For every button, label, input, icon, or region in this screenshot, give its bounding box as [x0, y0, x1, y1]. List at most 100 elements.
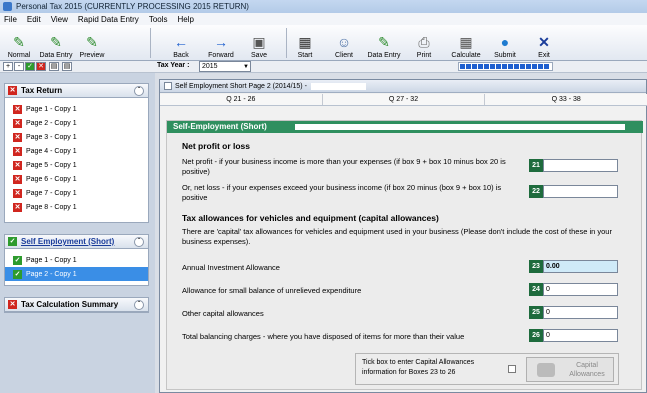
self-employment-header[interactable]: ✓ Self Employment (Short) ˆ: [5, 235, 148, 249]
menu-rapid-data-entry[interactable]: Rapid Data Entry: [78, 15, 139, 24]
calculate-button[interactable]: ▦ Calculate: [448, 27, 484, 59]
menu-edit[interactable]: Edit: [27, 15, 41, 24]
box-25-input[interactable]: 0: [543, 306, 618, 319]
tab-q21-26[interactable]: Q 21 - 26: [160, 94, 323, 105]
forward-button[interactable]: → Forward: [205, 27, 237, 59]
menu-tools[interactable]: Tools: [149, 15, 168, 24]
sidebar-item-page-8[interactable]: ✕ Page 8 - Copy 1: [5, 200, 148, 214]
forward-arrow-icon: →: [214, 34, 228, 50]
complete-check-icon: ✓: [13, 269, 22, 279]
incomplete-x-icon[interactable]: ✕: [36, 62, 46, 71]
capital-allowances-button[interactable]: Capital Allowances: [526, 357, 614, 382]
data-entry-2-button[interactable]: ✎ Data Entry: [366, 27, 402, 59]
dialog-title-bar: Self Employment Short Page 2 (2014/15) -: [160, 80, 646, 93]
secondary-toolbar: + - ✓ ✕ ▤ ▤ Tax Year : 2015 ▼: [0, 61, 647, 73]
complete-check-icon: ✓: [8, 237, 17, 246]
preview-button[interactable]: ✎ Preview: [78, 27, 106, 59]
sidebar-item-page-5[interactable]: ✕ Page 5 - Copy 1: [5, 158, 148, 172]
toolbar-separator: [150, 28, 151, 58]
preview-icon: ✎: [86, 34, 98, 50]
box-22-input[interactable]: [543, 185, 618, 198]
q22-label: Or, net loss - if your expenses exceed y…: [182, 183, 502, 202]
client-button[interactable]: ☺ Client: [330, 27, 358, 59]
exit-x-icon: ✕: [538, 34, 550, 50]
back-button[interactable]: ← Back: [167, 27, 195, 59]
q23-label: Annual Investment Allowance: [182, 263, 280, 272]
question-tabs: Q 21 - 26 Q 27 - 32 Q 33 - 38: [160, 94, 647, 106]
data-entry-2-icon: ✎: [378, 34, 390, 50]
save-icon: ▣: [252, 34, 266, 50]
window-title: Personal Tax 2015 (CURRENTLY PROCESSING …: [16, 2, 249, 11]
calculator-icon: ▦: [459, 34, 473, 50]
box-21-number: 21: [529, 159, 543, 172]
incomplete-x-icon: ✕: [13, 104, 22, 114]
expand-chevron-icon[interactable]: ˇ: [134, 300, 144, 310]
capital-allowances-tick-area: Tick box to enter Capital Allowances inf…: [355, 353, 619, 385]
menu-file[interactable]: File: [4, 15, 17, 24]
tab-q27-32[interactable]: Q 27 - 32: [323, 94, 486, 105]
box-26: 26 0: [529, 329, 618, 342]
list-icon[interactable]: ▤: [62, 62, 72, 71]
box-22: 22: [529, 185, 618, 198]
box-23: 23 0.00: [529, 260, 618, 273]
data-entry-button[interactable]: ✎ Data Entry: [38, 27, 74, 59]
tab-q33-38[interactable]: Q 33 - 38: [485, 94, 647, 105]
menu-view[interactable]: View: [51, 15, 68, 24]
box-25-number: 25: [529, 306, 543, 319]
exit-button[interactable]: ✕ Exit: [532, 27, 556, 59]
submit-button[interactable]: ● Submit: [490, 27, 520, 59]
expand-all-icon[interactable]: +: [3, 62, 13, 71]
net-profit-heading: Net profit or loss: [182, 141, 251, 151]
tax-year-label: Tax Year :: [157, 62, 190, 69]
box-21-input[interactable]: [543, 159, 618, 172]
printer-icon: ⎙: [418, 34, 430, 50]
client-icon: ☺: [336, 34, 352, 50]
sidebar-item-page-2[interactable]: ✕ Page 2 - Copy 1: [5, 116, 148, 130]
normal-button[interactable]: ✎ Normal: [6, 27, 32, 59]
box-24: 24 0: [529, 283, 618, 296]
capital-allowances-heading: Tax allowances for vehicles and equipmen…: [182, 213, 439, 223]
self-employment-dialog: Self Employment Short Page 2 (2014/15) -…: [159, 79, 647, 393]
box-26-input[interactable]: 0: [543, 329, 618, 342]
sidebar-item-page-6[interactable]: ✕ Page 6 - Copy 1: [5, 172, 148, 186]
capital-allowances-checkbox[interactable]: [508, 365, 516, 373]
dialog-title: Self Employment Short Page 2 (2014/15) -: [175, 82, 307, 90]
tax-calculation-header[interactable]: ✕ Tax Calculation Summary ˇ: [5, 298, 148, 312]
dialog-icon: [164, 82, 172, 90]
print-button[interactable]: ⎙ Print: [410, 27, 438, 59]
tax-return-header[interactable]: ✕ Tax Return ˆ: [5, 84, 148, 98]
start-icon: ▦: [298, 34, 312, 50]
tax-year-select[interactable]: 2015 ▼: [199, 61, 251, 72]
q26-label: Total balancing charges - where you have…: [182, 332, 465, 341]
collapse-chevron-icon[interactable]: ˆ: [134, 86, 144, 96]
sidebar-item-se-page-2[interactable]: ✓ Page 2 - Copy 1: [5, 267, 148, 281]
box-26-number: 26: [529, 329, 543, 342]
box-23-input[interactable]: 0.00: [543, 260, 618, 273]
incomplete-x-icon: ✕: [8, 300, 17, 309]
menu-help[interactable]: Help: [178, 15, 194, 24]
collapse-chevron-icon[interactable]: ˆ: [134, 237, 144, 247]
q24-label: Allowance for small balance of unrelieve…: [182, 286, 362, 295]
tax-calculation-panel: ✕ Tax Calculation Summary ˇ: [4, 297, 149, 313]
box-22-number: 22: [529, 185, 543, 198]
toolbar: ✎ Normal ✎ Data Entry ✎ Preview ← Back →…: [0, 25, 647, 61]
notes-icon[interactable]: ▤: [49, 62, 59, 71]
sidebar-item-page-3[interactable]: ✕ Page 3 - Copy 1: [5, 130, 148, 144]
box-24-input[interactable]: 0: [543, 283, 618, 296]
collapse-all-icon[interactable]: -: [14, 62, 24, 71]
incomplete-x-icon: ✕: [13, 132, 22, 142]
toolbar-separator: [286, 28, 287, 58]
menu-bar: File Edit View Rapid Data Entry Tools He…: [0, 13, 647, 25]
sidebar-item-page-7[interactable]: ✕ Page 7 - Copy 1: [5, 186, 148, 200]
start-button[interactable]: ▦ Start: [292, 27, 318, 59]
sidebar-item-se-page-1[interactable]: ✓ Page 1 - Copy 1: [5, 253, 148, 267]
main-area: Self Employment Short Page 2 (2014/15) -…: [155, 73, 647, 393]
sidebar-item-page-1[interactable]: ✕ Page 1 - Copy 1: [5, 102, 148, 116]
q21-label: Net profit - if your business income is …: [182, 157, 506, 176]
incomplete-x-icon: ✕: [13, 118, 22, 128]
form-content: Self-Employment (Short) Net profit or lo…: [166, 120, 643, 390]
complete-check-icon[interactable]: ✓: [25, 62, 35, 71]
sidebar-item-page-4[interactable]: ✕ Page 4 - Copy 1: [5, 144, 148, 158]
box-21: 21: [529, 159, 618, 172]
save-button[interactable]: ▣ Save: [245, 27, 273, 59]
